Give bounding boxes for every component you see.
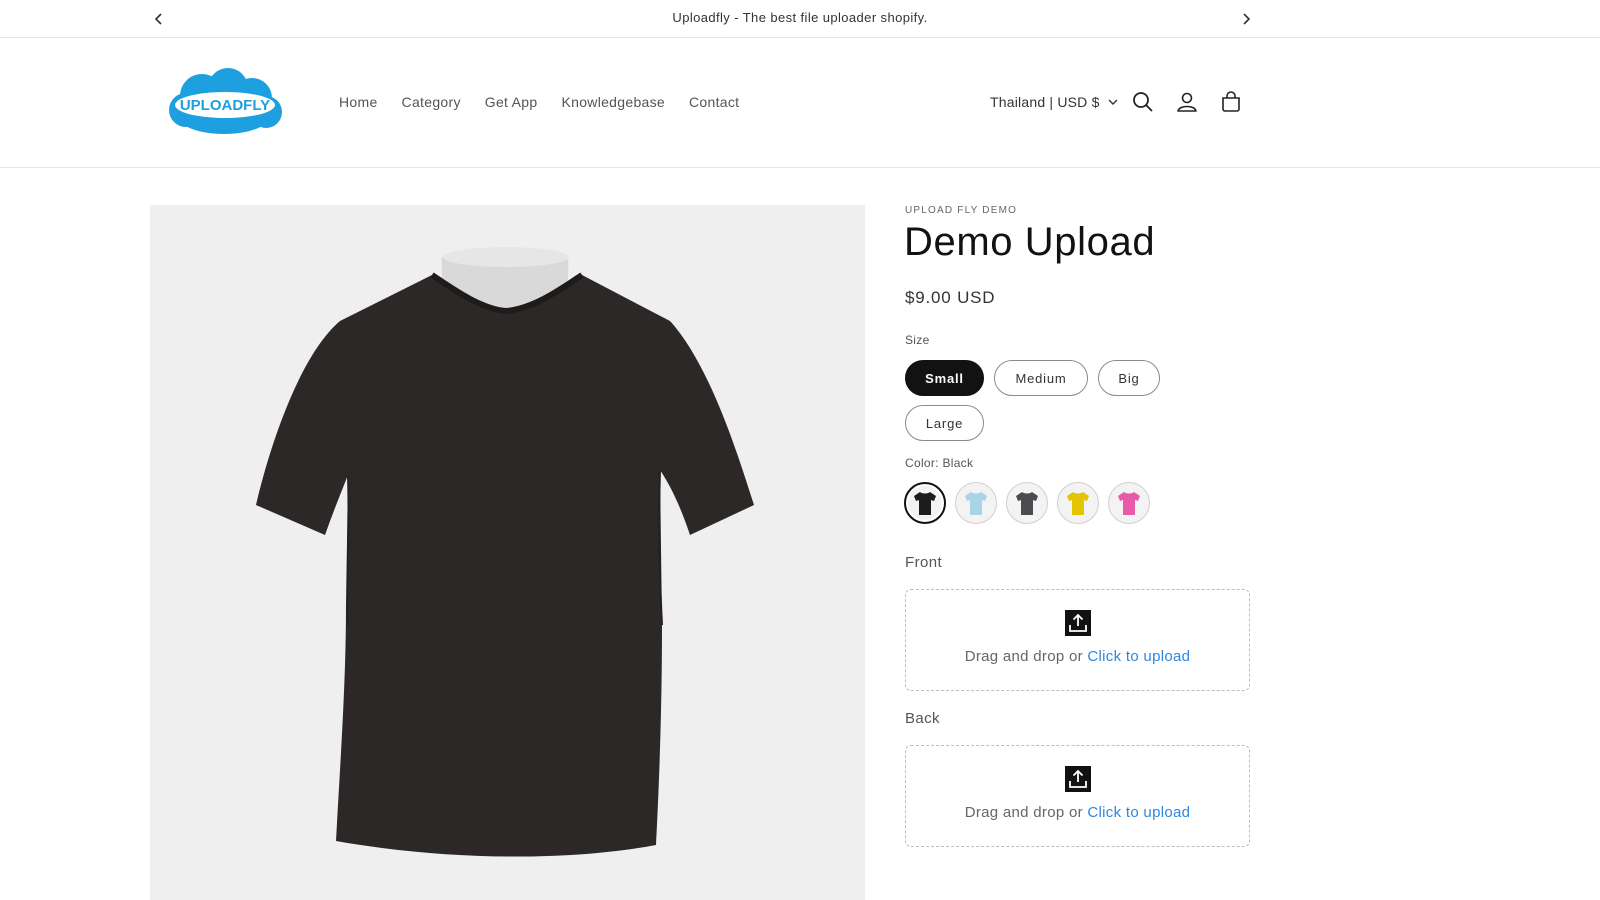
tshirt-icon [1118,492,1140,515]
upload-label-front: Front [905,554,943,571]
color-swatch-light-blue[interactable] [955,482,997,524]
upload-icon [1065,766,1091,792]
upload-instruction: Drag and drop or [964,804,1088,821]
size-option-big[interactable]: Big [1098,360,1160,396]
main-nav: Home Category Get App Knowledgebase Cont… [327,94,751,110]
tshirt-icon [914,492,936,515]
announcement-text: Uploadfly - The best file uploader shopi… [672,10,928,25]
upload-icon [1065,610,1091,636]
cart-icon[interactable] [1219,90,1243,114]
color-swatch-pink[interactable] [1108,482,1150,524]
site-header: UPLOADFLY Home Category Get App Knowledg… [0,38,1600,168]
chevron-down-icon [1108,99,1118,105]
upload-dropzone-front[interactable]: Drag and drop or Click to upload [905,589,1250,691]
tshirt-icon [1016,492,1038,515]
tshirt-icon [965,492,987,515]
color-label: Color: Black [905,456,974,470]
account-icon[interactable] [1175,90,1199,114]
nav-knowledgebase[interactable]: Knowledgebase [549,94,677,110]
upload-instruction: Drag and drop or [964,648,1088,665]
locale-label: Thailand | USD $ [990,94,1100,110]
nav-contact[interactable]: Contact [677,94,751,110]
color-swatch-yellow[interactable] [1057,482,1099,524]
size-label: Size [905,333,930,347]
upload-label-back: Back [905,710,940,727]
size-option-large[interactable]: Large [905,405,984,441]
product-vendor: UPLOAD FLY DEMO [905,205,1018,216]
size-option-medium[interactable]: Medium [994,360,1088,396]
tshirt-icon [1067,492,1089,515]
locale-selector[interactable]: Thailand | USD $ [990,94,1118,110]
product-price: $9.00 USD [905,288,996,307]
size-option-small[interactable]: Small [905,360,984,396]
click-to-upload-link[interactable]: Click to upload [1087,804,1190,821]
nav-category[interactable]: Category [390,94,473,110]
search-icon[interactable] [1131,90,1155,114]
product-title: Demo Upload [904,220,1156,264]
chevron-right-icon [1243,13,1251,25]
click-to-upload-link[interactable]: Click to upload [1087,648,1190,665]
store-logo[interactable]: UPLOADFLY [166,68,284,136]
tshirt-shape [256,275,754,857]
nav-home[interactable]: Home [327,94,390,110]
product-image[interactable] [150,205,865,900]
announcement-bar: Uploadfly - The best file uploader shopi… [0,0,1600,38]
announcement-next-button[interactable] [1236,9,1256,29]
color-swatch-gray[interactable] [1006,482,1048,524]
upload-dropzone-back[interactable]: Drag and drop or Click to upload [905,745,1250,847]
logo-text: UPLOADFLY [180,97,270,114]
color-swatch-black[interactable] [904,482,946,524]
nav-get-app[interactable]: Get App [473,94,550,110]
